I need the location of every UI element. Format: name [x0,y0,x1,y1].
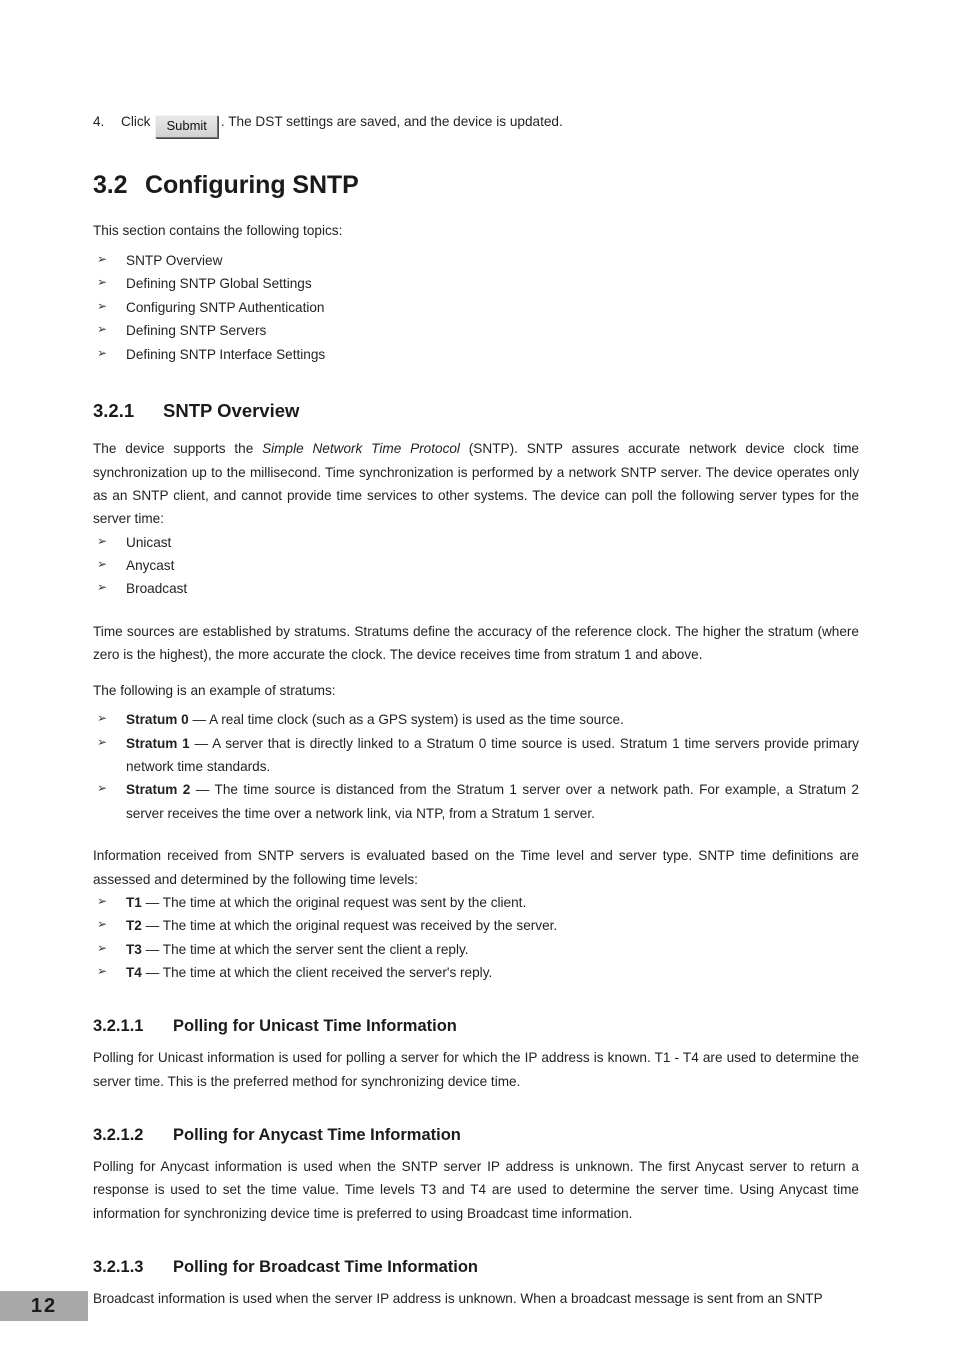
stratum-term: Stratum 1 [126,735,190,751]
step-suffix-text: . The DST settings are saved, and the de… [220,114,563,129]
heading-number: 3.2.1.3 [93,1257,144,1276]
bullet-arrow-icon: ➢ [97,964,108,979]
bullet-arrow-icon: ➢ [97,917,108,932]
time-levels-list: ➢ T1 — The time at which the original req… [93,891,859,985]
server-types-list: ➢ Unicast ➢ Anycast ➢ Broadcast [93,531,859,601]
server-type-label: Unicast [126,534,172,550]
bullet-arrow-icon: ➢ [97,557,108,572]
heading-section-3-2-1: 3.2.1 SNTP Overview [93,400,859,422]
list-item: ➢ Unicast [93,531,859,554]
list-item: ➢ T3 — The time at which the server sent … [93,938,859,961]
time-level-term: T1 [126,894,142,910]
heading-number: 3.2.1.2 [93,1125,144,1144]
page-content: 4. Click Submit. The DST settings are save… [93,112,859,1323]
overview-text-part1: The device supports the [93,441,263,457]
server-type-label: Broadcast [126,581,188,597]
procedure-step-4: 4. Click Submit. The DST settings are save… [93,112,859,138]
bullet-arrow-icon: ➢ [97,580,108,595]
bullet-arrow-icon: ➢ [97,711,108,726]
list-item: ➢ T4 — The time at which the client recei… [93,961,859,984]
topic-label: Defining SNTP Servers [126,323,267,339]
heading-number: 3.2 [93,170,128,199]
time-level-description: — The time at which the original request… [141,894,527,910]
bullet-arrow-icon: ➢ [97,893,108,908]
topics-list: ➢ SNTP Overview ➢ Defining SNTP Global Set… [93,249,859,366]
heading-title: SNTP Overview [163,399,300,421]
document-page: 4. Click Submit. The DST settings are save… [0,0,954,1360]
topic-label: Defining SNTP Interface Settings [126,346,326,362]
list-item: ➢ Defining SNTP Servers [93,319,859,342]
time-level-term: T3 [126,941,142,957]
list-item: ➢ Stratum 0 — A real time clock (such as … [93,708,859,731]
stratums-list: ➢ Stratum 0 — A real time clock (such as … [93,708,859,825]
heading-section-3-2-1-3: 3.2.1.3 Polling for Broadcast Time Inform… [93,1258,859,1278]
section-intro-text: This section contains the following topi… [93,223,343,239]
bullet-arrow-icon: ➢ [97,252,108,267]
list-item: ➢ T1 — The time at which the original req… [93,891,859,914]
step-number: 4. [93,114,105,129]
heading-title: Polling for Broadcast Time Information [173,1257,478,1276]
heading-title: Configuring SNTP [145,170,359,199]
bullet-arrow-icon: ➢ [97,940,108,955]
heading-section-3-2-1-1: 3.2.1.1 Polling for Unicast Time Informat… [93,1017,859,1037]
list-item: ➢ Broadcast [93,577,859,600]
stratum-term: Stratum 2 [126,782,191,798]
bullet-arrow-icon: ➢ [97,734,108,749]
sntp-overview-paragraph: The device supports the Simple Network T… [93,437,859,531]
stratum-description: — The time source is distanced from the … [126,782,859,821]
list-item: ➢ Stratum 1 — A server that is directly l… [93,732,859,779]
heading-number: 3.2.1 [93,399,135,421]
time-level-description: — The time at which the server sent the … [141,941,469,957]
server-type-label: Anycast [126,558,175,574]
list-item: ➢ Configuring SNTP Authentication [93,296,859,319]
time-levels-intro-paragraph: Information received from SNTP servers i… [93,848,859,887]
overview-italic-term: Simple Network Time Protocol [262,441,460,457]
bullet-arrow-icon: ➢ [97,533,108,548]
submit-button[interactable]: Submit [155,115,218,138]
stratums-example-lead: The following is an example of stratums: [93,682,336,698]
time-level-term: T4 [126,965,142,981]
list-item: ➢ SNTP Overview [93,249,859,272]
stratum-description: — A server that is directly linked to a … [126,735,859,775]
list-item: ➢ T2 — The time at which the original req… [93,914,859,937]
topic-label: SNTP Overview [126,253,223,269]
stratum-description: — A real time clock (such as a GPS syste… [188,712,624,728]
heading-number: 3.2.1.1 [93,1017,144,1036]
heading-section-3-2-1-2: 3.2.1.2 Polling for Anycast Time Informat… [93,1126,859,1146]
bullet-arrow-icon: ➢ [97,345,108,360]
anycast-polling-paragraph: Polling for Anycast information is used … [93,1158,859,1221]
heading-title: Polling for Unicast Time Information [173,1017,457,1036]
heading-section-3-2: 3.2 Configuring SNTP [93,171,859,200]
list-item: ➢ Defining SNTP Global Settings [93,272,859,295]
bullet-arrow-icon: ➢ [97,322,108,337]
topic-label: Configuring SNTP Authentication [126,299,325,315]
list-item: ➢ Stratum 2 — The time source is distance… [93,778,859,825]
page-number: 12 [30,1294,58,1317]
broadcast-polling-paragraph: Broadcast information is used when the s… [93,1290,823,1306]
page-number-box: 12 [0,1291,88,1321]
stratums-intro-paragraph: Time sources are established by stratums… [93,623,859,663]
topic-label: Defining SNTP Global Settings [126,276,312,292]
time-level-description: — The time at which the client received … [141,965,493,981]
time-level-term: T2 [126,918,142,934]
bullet-arrow-icon: ➢ [97,275,108,290]
step-prefix-text: Click [121,114,151,129]
bullet-arrow-icon: ➢ [97,298,108,313]
heading-title: Polling for Anycast Time Information [173,1125,461,1144]
list-item: ➢ Defining SNTP Interface Settings [93,343,859,366]
bullet-arrow-icon: ➢ [97,781,108,796]
stratum-term: Stratum 0 [126,712,189,728]
time-level-description: — The time at which the original request… [141,918,558,934]
unicast-polling-paragraph: Polling for Unicast information is used … [93,1050,859,1089]
list-item: ➢ Anycast [93,554,859,577]
